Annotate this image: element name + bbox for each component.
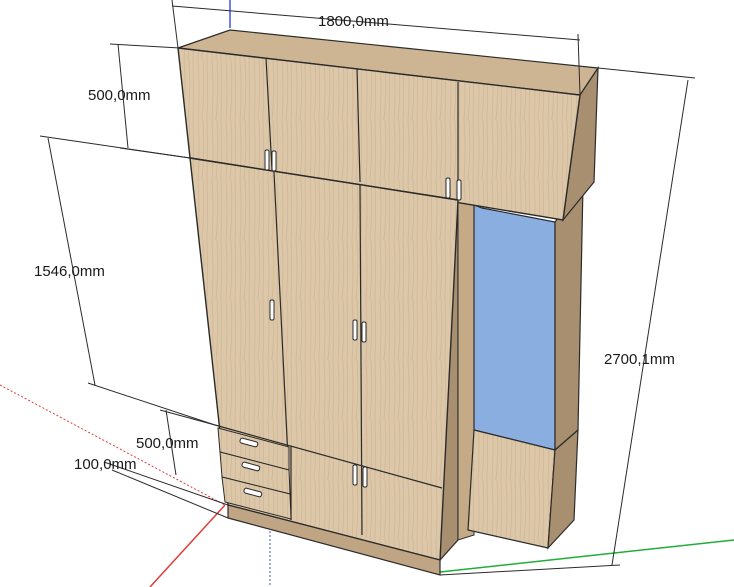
handle-lower-2 [362, 466, 368, 488]
dim-total-line [611, 79, 689, 566]
dim-door-label: 1546,0mm [34, 263, 105, 280]
dim-door-line [47, 137, 96, 386]
dim-drawer-label: 500,0mm [136, 435, 199, 452]
handle-mezz-1b [271, 150, 277, 172]
dim-door-ext-2 [87, 382, 216, 426]
handle-door-2b [361, 321, 367, 343]
handle-mezz-2a [445, 177, 451, 199]
dim-plinth-label: 100,0mm [74, 456, 137, 473]
dim-plinth-ext-2 [111, 469, 229, 519]
dim-total-ext-top [597, 67, 696, 79]
dim-door-ext-1 [39, 135, 191, 159]
dim-top-ext-1 [109, 43, 181, 49]
mirror [473, 204, 556, 451]
handle-mezz-1a [264, 149, 270, 171]
shoe-cabinet [467, 429, 556, 549]
dim-width-ext-left [171, 0, 179, 49]
dim-width-label: 1800,0mm [318, 13, 389, 30]
handle-mezz-2b [456, 179, 462, 201]
handle-lower-1 [352, 464, 358, 486]
dim-top-label: 500,0mm [88, 87, 151, 104]
wardrobe-drawing: 1800,0mm 500,0mm 1546,0mm 500,0mm 100,0m… [0, 0, 734, 587]
handle-door-2a [352, 319, 358, 341]
handle-door-1 [269, 299, 275, 321]
sketchup-viewport[interactable]: 1800,0mm 500,0mm 1546,0mm 500,0mm 100,0m… [0, 0, 734, 587]
mirror-side-wall [554, 183, 584, 452]
axis-red [149, 504, 226, 587]
dim-total-label: 2700,1mm [604, 351, 675, 368]
dim-total-ext-bottom [439, 564, 621, 576]
